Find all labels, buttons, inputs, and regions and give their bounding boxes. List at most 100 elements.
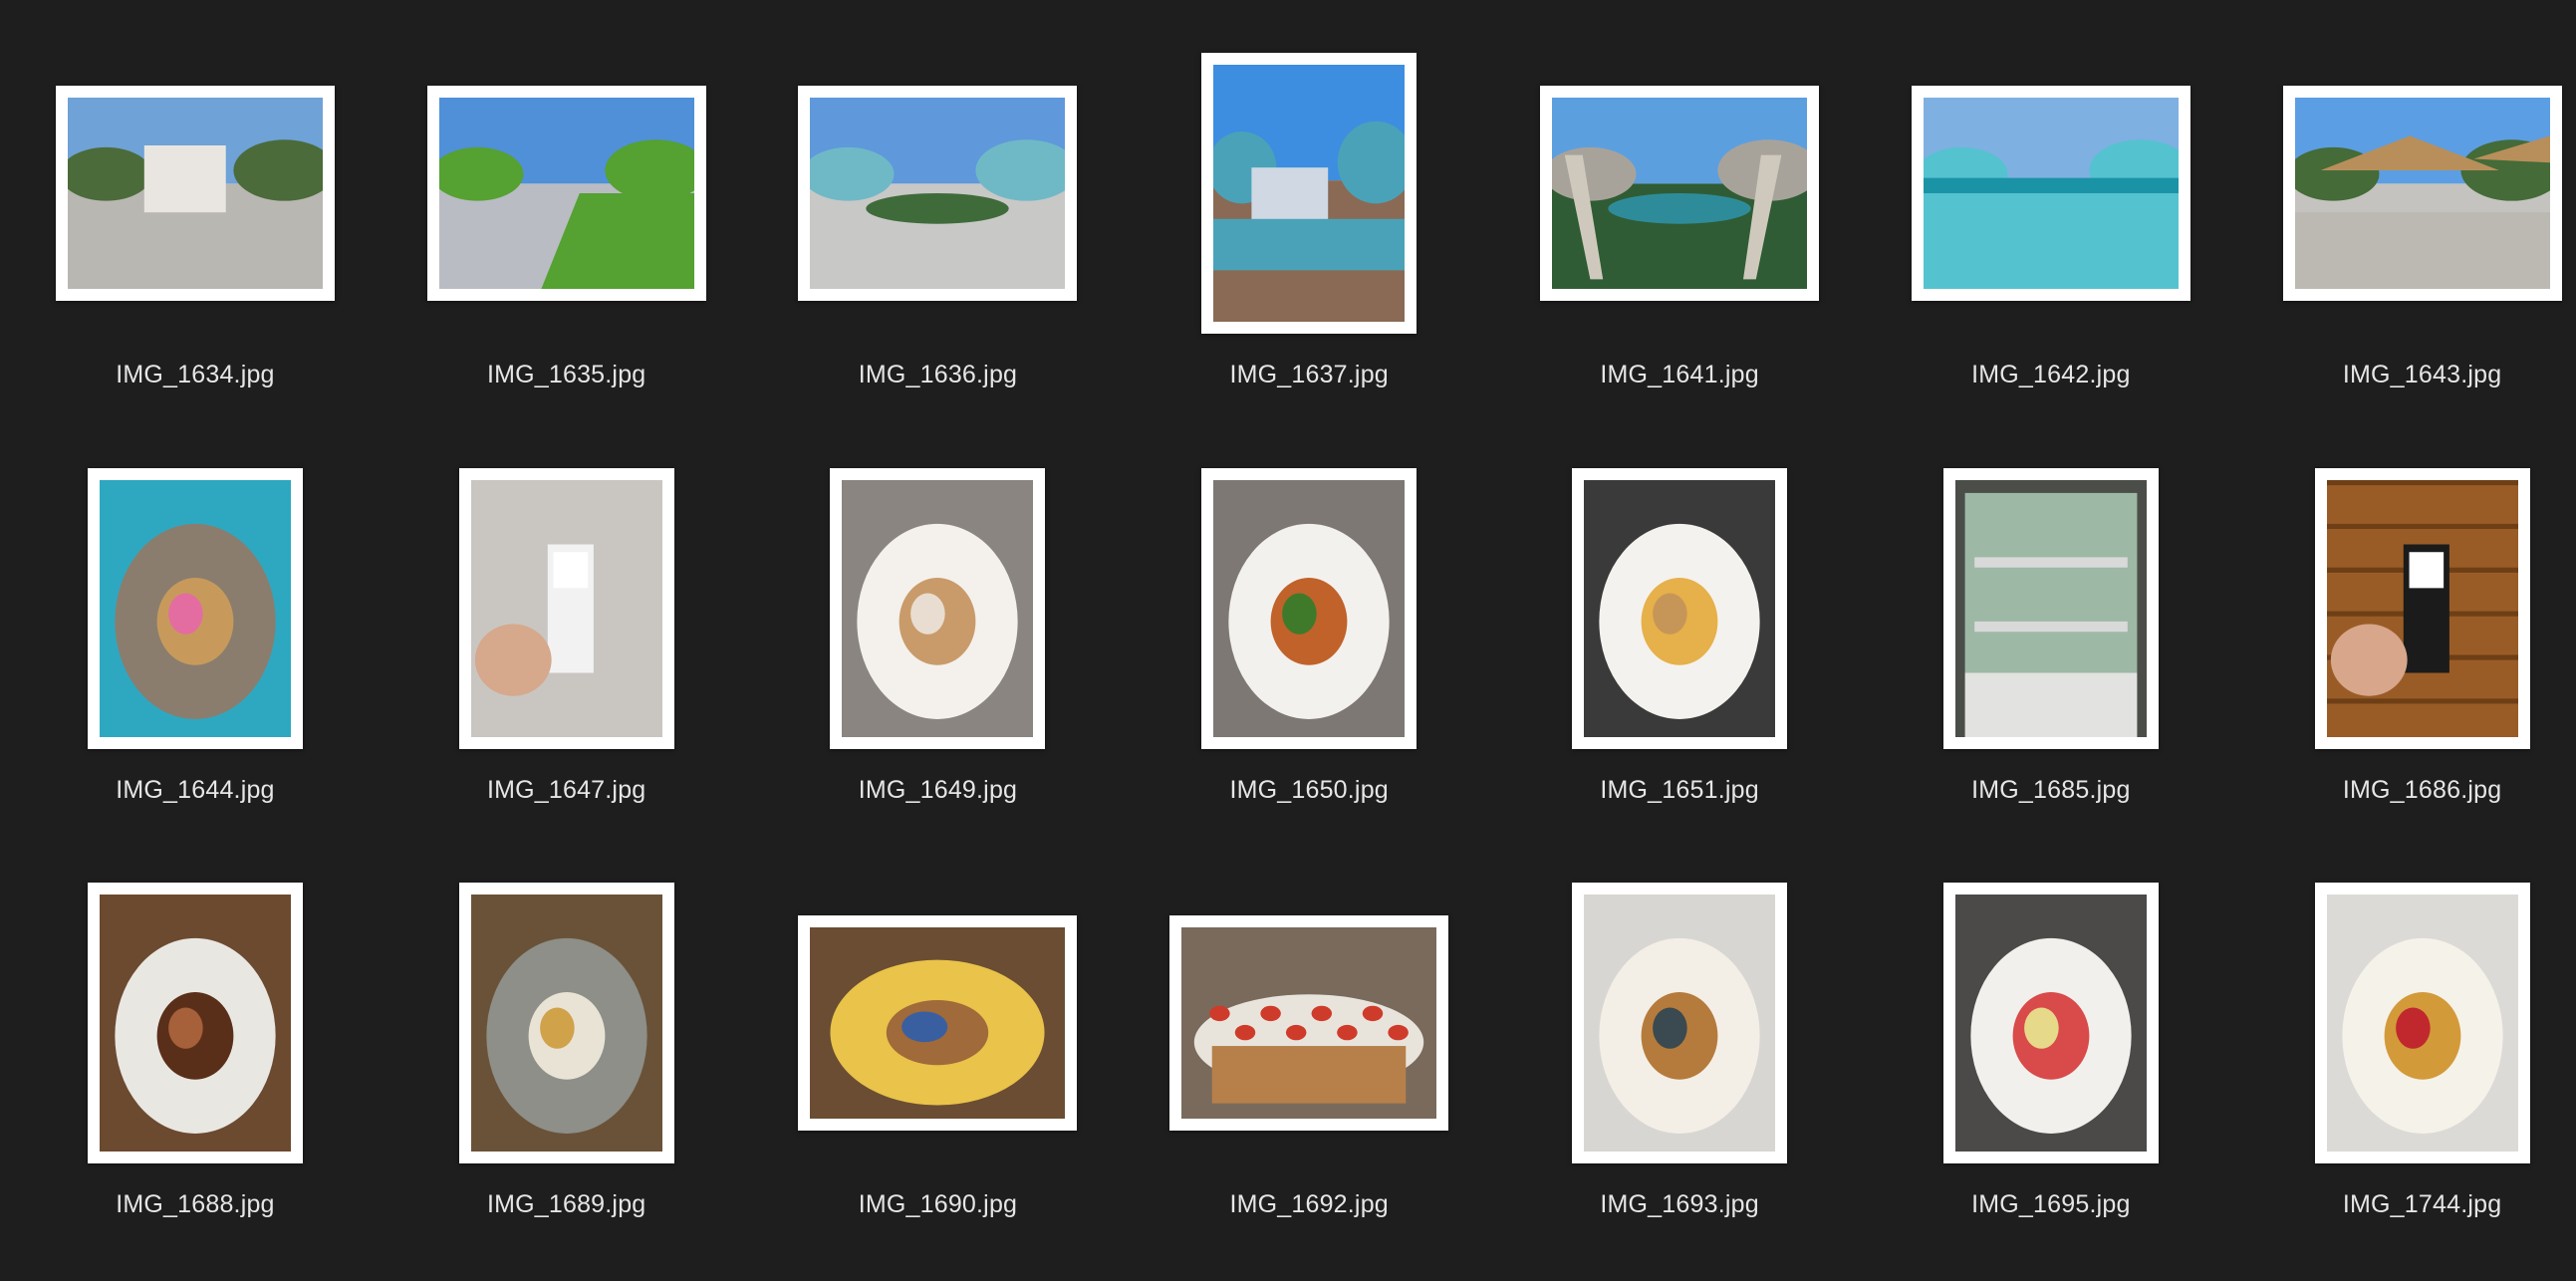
thumbnail[interactable] — [2314, 467, 2530, 749]
thumbnail[interactable] — [1201, 53, 1417, 335]
thumbnail-area — [2243, 874, 2576, 1172]
thumbnail[interactable] — [798, 914, 1078, 1131]
file-name-label: IMG_1642.jpg — [1971, 361, 2131, 389]
thumbnail-area — [758, 459, 1117, 758]
photo-preview — [2326, 479, 2518, 737]
file-name-label: IMG_1647.jpg — [486, 775, 646, 804]
file-item[interactable]: IMG_1651.jpg — [1500, 459, 1859, 838]
file-name-label: IMG_1634.jpg — [116, 361, 275, 389]
thumbnail[interactable] — [1942, 467, 2159, 749]
file-item[interactable]: IMG_1650.jpg — [1130, 459, 1488, 838]
thumbnail[interactable] — [1201, 467, 1417, 749]
file-item[interactable]: IMG_1744.jpg — [2243, 874, 2576, 1252]
thumbnail-area — [1500, 874, 1859, 1172]
thumbnail[interactable] — [2314, 882, 2530, 1163]
photo-preview — [1923, 98, 2179, 290]
photo-preview — [1213, 479, 1406, 737]
file-item[interactable]: IMG_1634.jpg — [16, 44, 375, 422]
thumbnail-area — [1872, 459, 2230, 758]
file-item[interactable]: IMG_1642.jpg — [1872, 44, 2230, 422]
file-name-label: IMG_1685.jpg — [1971, 775, 2131, 804]
file-name-label: IMG_1644.jpg — [116, 775, 275, 804]
photo-preview — [1181, 926, 1437, 1119]
thumbnail[interactable] — [798, 86, 1078, 302]
thumbnail[interactable] — [830, 467, 1046, 749]
file-item[interactable]: IMG_1693.jpg — [1500, 874, 1859, 1252]
file-name-label: IMG_1635.jpg — [486, 361, 646, 389]
file-item[interactable]: IMG_1649.jpg — [758, 459, 1117, 838]
thumbnail-area — [1500, 44, 1859, 343]
file-item[interactable]: IMG_1643.jpg — [2243, 44, 2576, 422]
file-name-label: IMG_1643.jpg — [2342, 361, 2502, 389]
file-item[interactable]: IMG_1688.jpg — [16, 874, 375, 1252]
photo-preview — [1954, 894, 2147, 1152]
file-item[interactable]: IMG_1686.jpg — [2243, 459, 2576, 838]
file-item[interactable]: IMG_1689.jpg — [387, 874, 746, 1252]
thumbnail-area — [758, 874, 1117, 1172]
thumbnail[interactable] — [1572, 467, 1788, 749]
thumbnail[interactable] — [55, 86, 335, 302]
thumbnail-area — [387, 44, 746, 343]
thumbnail-area — [2243, 459, 2576, 758]
thumbnail[interactable] — [458, 882, 674, 1163]
file-name-label: IMG_1649.jpg — [858, 775, 1018, 804]
file-item[interactable]: IMG_1635.jpg — [387, 44, 746, 422]
thumbnail-area — [1130, 459, 1488, 758]
thumbnail[interactable] — [87, 467, 303, 749]
file-name-label: IMG_1689.jpg — [486, 1189, 646, 1218]
thumbnail-area — [387, 459, 746, 758]
file-item[interactable]: IMG_1644.jpg — [16, 459, 375, 838]
photo-preview — [438, 98, 694, 290]
photo-preview — [1954, 479, 2147, 737]
thumbnail-area — [1130, 874, 1488, 1172]
thumbnail-area — [16, 874, 375, 1172]
photo-preview — [2326, 894, 2518, 1152]
photo-preview — [810, 926, 1066, 1119]
thumbnail[interactable] — [426, 86, 706, 302]
photo-preview — [810, 98, 1066, 290]
photo-preview — [470, 479, 662, 737]
file-name-label: IMG_1651.jpg — [1600, 775, 1759, 804]
file-item[interactable]: IMG_1647.jpg — [387, 459, 746, 838]
file-name-label: IMG_1636.jpg — [858, 361, 1018, 389]
thumbnail-area — [1872, 44, 2230, 343]
thumbnail[interactable] — [2282, 86, 2562, 302]
file-item[interactable]: IMG_1685.jpg — [1872, 459, 2230, 838]
thumbnail[interactable] — [458, 467, 674, 749]
file-item[interactable]: IMG_1695.jpg — [1872, 874, 2230, 1252]
thumbnail[interactable] — [1540, 86, 1820, 302]
photo-preview — [1552, 98, 1808, 290]
file-name-label: IMG_1744.jpg — [2342, 1189, 2502, 1218]
thumbnail-area — [387, 874, 746, 1172]
photo-preview — [1584, 479, 1776, 737]
thumbnail-area — [1130, 44, 1488, 343]
thumbnail-area — [16, 44, 375, 343]
file-name-label: IMG_1695.jpg — [1971, 1189, 2131, 1218]
file-name-label: IMG_1693.jpg — [1600, 1189, 1759, 1218]
file-item[interactable]: IMG_1637.jpg — [1130, 44, 1488, 422]
file-item[interactable]: IMG_1692.jpg — [1130, 874, 1488, 1252]
photo-preview — [1213, 65, 1406, 323]
photo-preview — [99, 479, 291, 737]
thumbnail[interactable] — [1169, 914, 1449, 1131]
thumbnail[interactable] — [1911, 86, 2190, 302]
file-item[interactable]: IMG_1636.jpg — [758, 44, 1117, 422]
file-name-label: IMG_1690.jpg — [858, 1189, 1018, 1218]
thumbnail-area — [758, 44, 1117, 343]
file-name-label: IMG_1641.jpg — [1600, 361, 1759, 389]
file-name-label: IMG_1650.jpg — [1229, 775, 1389, 804]
file-item[interactable]: IMG_1641.jpg — [1500, 44, 1859, 422]
thumbnail[interactable] — [1942, 882, 2159, 1163]
thumbnail[interactable] — [1572, 882, 1788, 1163]
thumbnail-area — [16, 459, 375, 758]
file-item[interactable]: IMG_1690.jpg — [758, 874, 1117, 1252]
thumbnail[interactable] — [87, 882, 303, 1163]
file-grid: IMG_1634.jpg IMG_1635.jpg IMG_1636.jpg IMG_… — [0, 0, 2576, 1281]
thumbnail-area — [1500, 459, 1859, 758]
photo-preview — [842, 479, 1034, 737]
file-name-label: IMG_1688.jpg — [116, 1189, 275, 1218]
file-name-label: IMG_1692.jpg — [1229, 1189, 1389, 1218]
thumbnail-area — [1872, 874, 2230, 1172]
photo-preview — [67, 98, 323, 290]
photo-preview — [470, 894, 662, 1152]
